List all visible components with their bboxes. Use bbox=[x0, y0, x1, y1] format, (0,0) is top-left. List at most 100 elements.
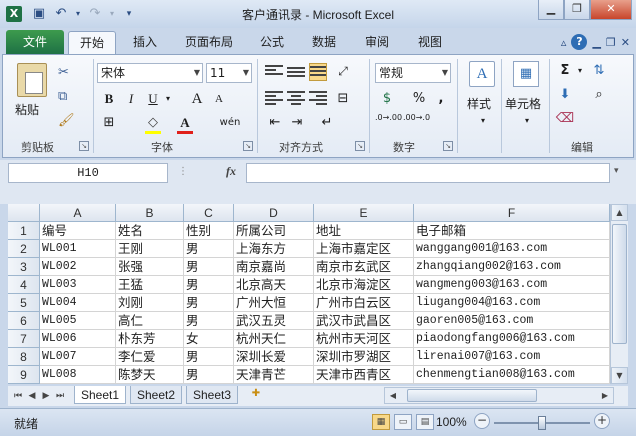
insert-function-button[interactable]: fx bbox=[226, 164, 236, 179]
row-header[interactable]: 3 bbox=[8, 258, 40, 276]
comma-button[interactable]: , bbox=[431, 89, 451, 109]
cell[interactable]: zhangqiang002@163.com bbox=[414, 258, 610, 276]
bold-button[interactable]: B bbox=[99, 89, 119, 109]
last-sheet-icon[interactable]: ⏭ bbox=[54, 389, 66, 403]
sheet-tab-sheet1[interactable]: Sheet1 bbox=[74, 386, 126, 404]
scroll-down-icon[interactable]: ▼ bbox=[611, 367, 628, 384]
tab-view[interactable]: 视图 bbox=[408, 31, 452, 54]
zoom-slider-thumb[interactable] bbox=[538, 416, 546, 430]
cell[interactable]: 王刚 bbox=[116, 240, 184, 258]
cut-icon[interactable]: ✂ bbox=[58, 65, 69, 80]
align-middle-icon[interactable] bbox=[287, 65, 305, 83]
row-header[interactable]: 8 bbox=[8, 348, 40, 366]
cell[interactable]: 北京高天 bbox=[234, 276, 314, 294]
column-header-b[interactable]: B bbox=[116, 204, 184, 222]
merge-center-icon[interactable]: ⊟ bbox=[333, 89, 353, 109]
cell[interactable]: 北京市海淀区 bbox=[314, 276, 414, 294]
cell[interactable]: 天津市西青区 bbox=[314, 366, 414, 384]
cell[interactable]: wanggang001@163.com bbox=[414, 240, 610, 258]
cell[interactable]: 朴东芳 bbox=[116, 330, 184, 348]
cell[interactable]: lirenai007@163.com bbox=[414, 348, 610, 366]
prev-sheet-icon[interactable]: ◀ bbox=[26, 389, 38, 403]
italic-button[interactable]: I bbox=[121, 89, 141, 109]
cell[interactable]: WL007 bbox=[40, 348, 116, 366]
wrap-text-icon[interactable]: ↵ bbox=[317, 113, 337, 133]
row-header[interactable]: 4 bbox=[8, 276, 40, 294]
autosum-button[interactable]: Σ bbox=[555, 61, 575, 81]
cell[interactable]: 男 bbox=[184, 366, 234, 384]
format-painter-icon[interactable]: 🖌 bbox=[58, 113, 75, 128]
tab-home[interactable]: 开始 bbox=[68, 31, 116, 54]
workbook-minimize-icon[interactable]: ▁ bbox=[592, 36, 600, 49]
row-header[interactable]: 9 bbox=[8, 366, 40, 384]
tab-data[interactable]: 数据 bbox=[302, 31, 346, 54]
fill-icon[interactable]: ⬇ bbox=[555, 85, 575, 105]
styles-icon[interactable]: A bbox=[469, 61, 495, 87]
cell[interactable]: 女 bbox=[184, 330, 234, 348]
font-launcher-icon[interactable]: ↘ bbox=[243, 141, 253, 151]
sort-filter-icon[interactable]: ⇅ bbox=[589, 61, 609, 81]
accounting-format-icon[interactable]: $ bbox=[377, 89, 397, 109]
cell[interactable]: 李仁爱 bbox=[116, 348, 184, 366]
percent-button[interactable]: % bbox=[409, 89, 429, 109]
underline-button[interactable]: U bbox=[143, 89, 163, 109]
cell[interactable]: 上海市嘉定区 bbox=[314, 240, 414, 258]
cell[interactable]: 南京嘉尚 bbox=[234, 258, 314, 276]
restore-icon[interactable]: ❐ bbox=[564, 0, 590, 20]
cell[interactable]: WL008 bbox=[40, 366, 116, 384]
sheet-tab-sheet3[interactable]: Sheet3 bbox=[186, 386, 238, 404]
cell[interactable]: 杭州天仁 bbox=[234, 330, 314, 348]
cell[interactable]: WL006 bbox=[40, 330, 116, 348]
name-box-resize-icon[interactable]: ⋮ bbox=[178, 166, 188, 177]
close-icon[interactable]: ✕ bbox=[590, 0, 632, 20]
cell[interactable]: 天津青芒 bbox=[234, 366, 314, 384]
cells-button[interactable]: 单元格 bbox=[505, 95, 541, 112]
phonetic-button[interactable]: wén bbox=[215, 113, 245, 133]
normal-view-icon[interactable]: ▦ bbox=[372, 414, 390, 430]
decrease-decimal-button[interactable]: .00→.0 bbox=[403, 113, 430, 133]
cell[interactable]: 男 bbox=[184, 348, 234, 366]
clipboard-launcher-icon[interactable]: ↘ bbox=[79, 141, 89, 151]
zoom-out-icon[interactable]: − bbox=[474, 413, 490, 429]
horizontal-scrollbar[interactable]: ◀ ▶ bbox=[384, 387, 614, 404]
align-top-icon[interactable] bbox=[265, 63, 283, 81]
row-header[interactable]: 1 bbox=[8, 222, 40, 240]
cell[interactable]: 电子邮箱 bbox=[414, 222, 610, 240]
cell[interactable]: liugang004@163.com bbox=[414, 294, 610, 312]
minimize-ribbon-icon[interactable]: ▵ bbox=[561, 36, 567, 49]
cell[interactable]: 所属公司 bbox=[234, 222, 314, 240]
cell[interactable]: 高仁 bbox=[116, 312, 184, 330]
cell[interactable]: gaoren005@163.com bbox=[414, 312, 610, 330]
column-header-c[interactable]: C bbox=[184, 204, 234, 222]
alignment-launcher-icon[interactable]: ↘ bbox=[355, 141, 365, 151]
row-header[interactable]: 5 bbox=[8, 294, 40, 312]
formula-input[interactable] bbox=[246, 163, 610, 183]
select-all-corner[interactable] bbox=[8, 204, 40, 222]
cell[interactable]: 地址 bbox=[314, 222, 414, 240]
cell[interactable]: 姓名 bbox=[116, 222, 184, 240]
cell[interactable]: WL004 bbox=[40, 294, 116, 312]
increase-indent-icon[interactable]: ⇥ bbox=[287, 113, 307, 133]
cell[interactable]: WL005 bbox=[40, 312, 116, 330]
orientation-icon[interactable]: ⤢ bbox=[333, 61, 353, 81]
row-header[interactable]: 6 bbox=[8, 312, 40, 330]
cell[interactable]: 男 bbox=[184, 258, 234, 276]
copy-icon[interactable]: ⧉ bbox=[58, 89, 67, 104]
workbook-restore-icon[interactable]: ❐ bbox=[606, 36, 616, 49]
cell[interactable]: 广州市白云区 bbox=[314, 294, 414, 312]
cell[interactable]: wangmeng003@163.com bbox=[414, 276, 610, 294]
tab-review[interactable]: 审阅 bbox=[354, 31, 400, 54]
increase-decimal-button[interactable]: .0→.00 bbox=[375, 113, 402, 133]
column-header-a[interactable]: A bbox=[40, 204, 116, 222]
cell[interactable]: WL001 bbox=[40, 240, 116, 258]
cell[interactable]: 杭州市天河区 bbox=[314, 330, 414, 348]
font-size-select[interactable]: 11 ▼ bbox=[206, 63, 252, 83]
number-launcher-icon[interactable]: ↘ bbox=[443, 141, 453, 151]
column-header-d[interactable]: D bbox=[234, 204, 314, 222]
cell[interactable]: 男 bbox=[184, 312, 234, 330]
workbook-close-icon[interactable]: ✕ bbox=[621, 36, 630, 49]
cell[interactable]: 性别 bbox=[184, 222, 234, 240]
cell[interactable]: 深圳长爱 bbox=[234, 348, 314, 366]
minimize-icon[interactable]: ▁ bbox=[538, 0, 564, 20]
decrease-indent-icon[interactable]: ⇤ bbox=[265, 113, 285, 133]
